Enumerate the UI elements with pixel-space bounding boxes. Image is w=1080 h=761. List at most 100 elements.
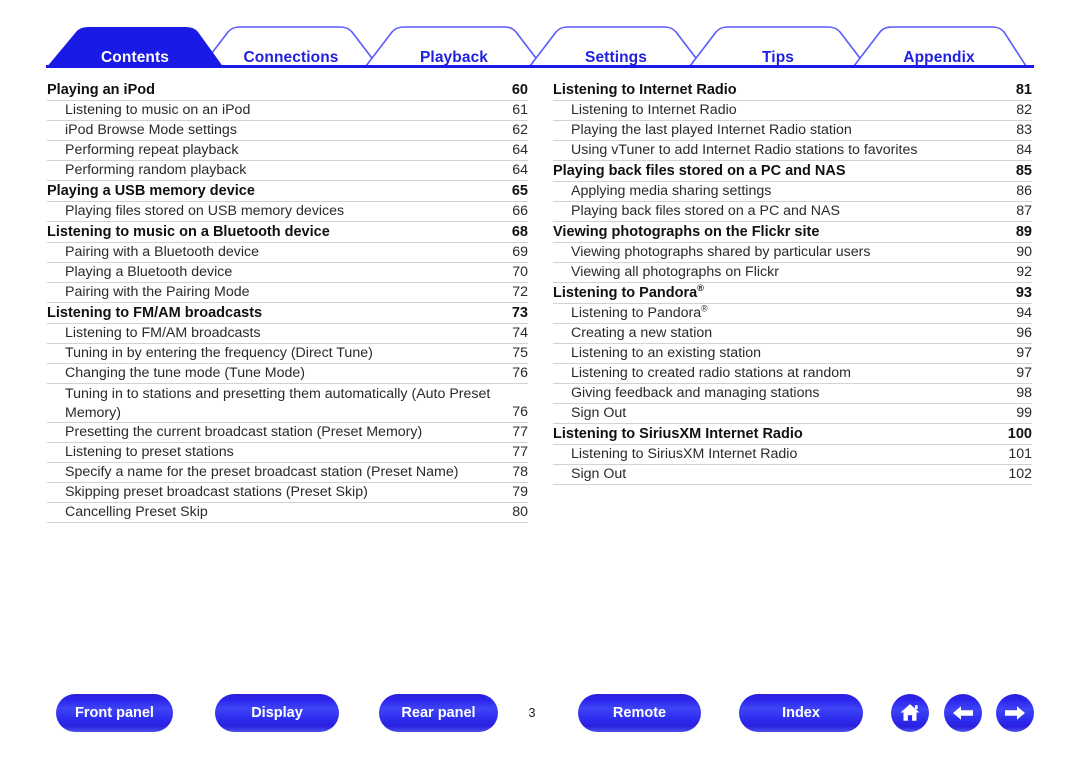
tab-label-contents[interactable]: Contents	[101, 49, 169, 67]
tab-label-appendix[interactable]: Appendix	[903, 49, 974, 67]
toc-entry-page: 70	[512, 264, 528, 280]
tab-label-playback[interactable]: Playback	[420, 49, 488, 67]
toc-section-row[interactable]: Sign Out 99	[553, 404, 1032, 424]
toc-entry-title: Viewing all photographs on Flickr	[571, 264, 779, 280]
home-icon	[900, 704, 920, 721]
toc-entry-page: 85	[1015, 163, 1032, 179]
toc-entry-title: Listening to an existing station	[571, 345, 762, 361]
toc-entry-page: 73	[511, 305, 528, 321]
toc-section-row[interactable]: Applying media sharing settings 86	[553, 182, 1032, 202]
toc-chapter-row[interactable]: Viewing photographs on the Flickr site 89	[553, 222, 1032, 243]
toc-chapter-row[interactable]: Listening to Internet Radio 81	[553, 80, 1032, 101]
toc-section-row[interactable]: Sign Out 102	[553, 465, 1032, 485]
toc-section-row[interactable]: iPod Browse Mode settings 62	[47, 121, 528, 141]
toc-chapter-row[interactable]: Playing a USB memory device 65	[47, 181, 528, 202]
toc-entry-page: 99	[1016, 405, 1032, 421]
toc-entry-page: 72	[512, 284, 528, 300]
toc-section-row[interactable]: Pairing with the Pairing Mode 72	[47, 283, 528, 303]
toc-entry-title: Listening to music on an iPod	[65, 102, 251, 118]
toc-entry-title: Listening to FM/AM broadcasts	[65, 325, 261, 341]
toc-entry-title: Presetting the current broadcast station…	[65, 424, 423, 440]
toc-section-row[interactable]: Tuning in to stations and presetting the…	[47, 384, 528, 423]
toc-entry-page: 79	[512, 484, 528, 500]
toc-section-row[interactable]: Tuning in by entering the frequency (Dir…	[47, 344, 528, 364]
toc-column-right: Listening to Internet Radio 81 Listening t…	[553, 80, 1032, 485]
toc-section-row[interactable]: Listening to SiriusXM Internet Radio 101	[553, 445, 1032, 465]
toc-chapter-row[interactable]: Listening to SiriusXM Internet Radio 100	[553, 424, 1032, 445]
toc-entry-page: 75	[512, 345, 528, 361]
toc-section-row[interactable]: Skipping preset broadcast stations (Pres…	[47, 483, 528, 503]
toc-entry-page: 90	[1016, 244, 1032, 260]
toc-entry-page: 86	[1016, 183, 1032, 199]
toc-section-row[interactable]: Performing random playback 64	[47, 161, 528, 181]
toc-entry-page: 92	[1016, 264, 1032, 280]
toc-entry-page: 64	[512, 162, 528, 178]
toc-chapter-row[interactable]: Playing an iPod 60	[47, 80, 528, 101]
toc-entry-page: 96	[1016, 325, 1032, 341]
toc-entry-title: Listening to Internet Radio	[553, 82, 737, 98]
toc-entry-page: 101	[1008, 446, 1032, 462]
toc-section-row[interactable]: Performing repeat playback 64	[47, 141, 528, 161]
home-button[interactable]	[891, 694, 929, 732]
footer-nav: Front panel Display Rear panel 3 Remote …	[0, 694, 1080, 742]
toc-section-row[interactable]: Cancelling Preset Skip 80	[47, 503, 528, 523]
toc-section-row[interactable]: Listening to created radio stations at r…	[553, 364, 1032, 384]
toc-section-row[interactable]: Listening to preset stations 77	[47, 443, 528, 463]
toc-section-row[interactable]: Listening to Internet Radio 82	[553, 101, 1032, 121]
toc-chapter-row[interactable]: Listening to Pandora® 93	[553, 283, 1032, 304]
toc-entry-title: Listening to Pandora®	[553, 283, 704, 301]
tab-label-connections[interactable]: Connections	[244, 49, 339, 67]
toc-entry-page: 64	[512, 142, 528, 158]
toc-entry-page: 84	[1016, 142, 1032, 158]
toc-entry-title: Listening to SiriusXM Internet Radio	[553, 426, 803, 442]
toc-section-row[interactable]: Playing the last played Internet Radio s…	[553, 121, 1032, 141]
toc-entry-page: 94	[1016, 305, 1032, 321]
registered-trademark-icon: ®	[701, 303, 708, 314]
toc-chapter-row[interactable]: Listening to FM/AM broadcasts 73	[47, 303, 528, 324]
toc-entry-page: 61	[512, 102, 528, 118]
toc-entry-title: Changing the tune mode (Tune Mode)	[65, 365, 306, 381]
remote-button[interactable]: Remote	[578, 694, 701, 732]
toc-entry-title: Playing an iPod	[47, 82, 155, 98]
toc-section-row[interactable]: Using vTuner to add Internet Radio stati…	[553, 141, 1032, 161]
toc-entry-page: 98	[1016, 385, 1032, 401]
toc-section-row[interactable]: Viewing photographs shared by particular…	[553, 243, 1032, 263]
index-button[interactable]: Index	[739, 694, 863, 732]
rear-panel-button[interactable]: Rear panel	[379, 694, 498, 732]
toc-entry-page: 82	[1016, 102, 1032, 118]
toc-section-row[interactable]: Changing the tune mode (Tune Mode) 76	[47, 364, 528, 384]
front-panel-button[interactable]: Front panel	[56, 694, 173, 732]
toc-section-row[interactable]: Listening to Pandora® 94	[553, 304, 1032, 324]
back-button[interactable]	[944, 694, 982, 732]
toc-section-row[interactable]: Playing files stored on USB memory devic…	[47, 202, 528, 222]
toc-section-row[interactable]: Presetting the current broadcast station…	[47, 423, 528, 443]
toc-entry-title: Listening to music on a Bluetooth device	[47, 224, 330, 240]
toc-entry-page: 76	[512, 403, 528, 420]
toc-section-row[interactable]: Creating a new station 96	[553, 324, 1032, 344]
toc-section-row[interactable]: Giving feedback and managing stations 98	[553, 384, 1032, 404]
toc-entry-title: Listening to created radio stations at r…	[571, 365, 851, 381]
toc-entry-page: 87	[1016, 203, 1032, 219]
toc-chapter-row[interactable]: Listening to music on a Bluetooth device…	[47, 222, 528, 243]
tab-bar: Contents Connections Playback Settings T…	[0, 22, 1080, 68]
toc-entry-title: Playing back files stored on a PC and NA…	[553, 163, 846, 179]
toc-section-row[interactable]: Pairing with a Bluetooth device 69	[47, 243, 528, 263]
display-button[interactable]: Display	[215, 694, 339, 732]
forward-button[interactable]	[996, 694, 1034, 732]
tab-label-tips[interactable]: Tips	[762, 49, 794, 67]
toc-section-row[interactable]: Playing a Bluetooth device 70	[47, 263, 528, 283]
toc-entry-title: Playing the last played Internet Radio s…	[571, 122, 852, 138]
tab-label-settings[interactable]: Settings	[585, 49, 647, 67]
toc-entry-title: Playing a USB memory device	[47, 183, 255, 199]
toc-section-row[interactable]: Viewing all photographs on Flickr 92	[553, 263, 1032, 283]
toc-section-row[interactable]: Playing back files stored on a PC and NA…	[553, 202, 1032, 222]
toc-section-row[interactable]: Specify a name for the preset broadcast …	[47, 463, 528, 483]
toc-section-row[interactable]: Listening to music on an iPod 61	[47, 101, 528, 121]
toc-entry-page: 89	[1015, 224, 1032, 240]
toc-entry-title: Sign Out	[571, 405, 627, 421]
toc-entry-page: 100	[1007, 426, 1032, 442]
toc-section-row[interactable]: Listening to an existing station 97	[553, 344, 1032, 364]
toc-entry-title: Giving feedback and managing stations	[571, 385, 820, 401]
toc-section-row[interactable]: Listening to FM/AM broadcasts 74	[47, 324, 528, 344]
toc-chapter-row[interactable]: Playing back files stored on a PC and NA…	[553, 161, 1032, 182]
